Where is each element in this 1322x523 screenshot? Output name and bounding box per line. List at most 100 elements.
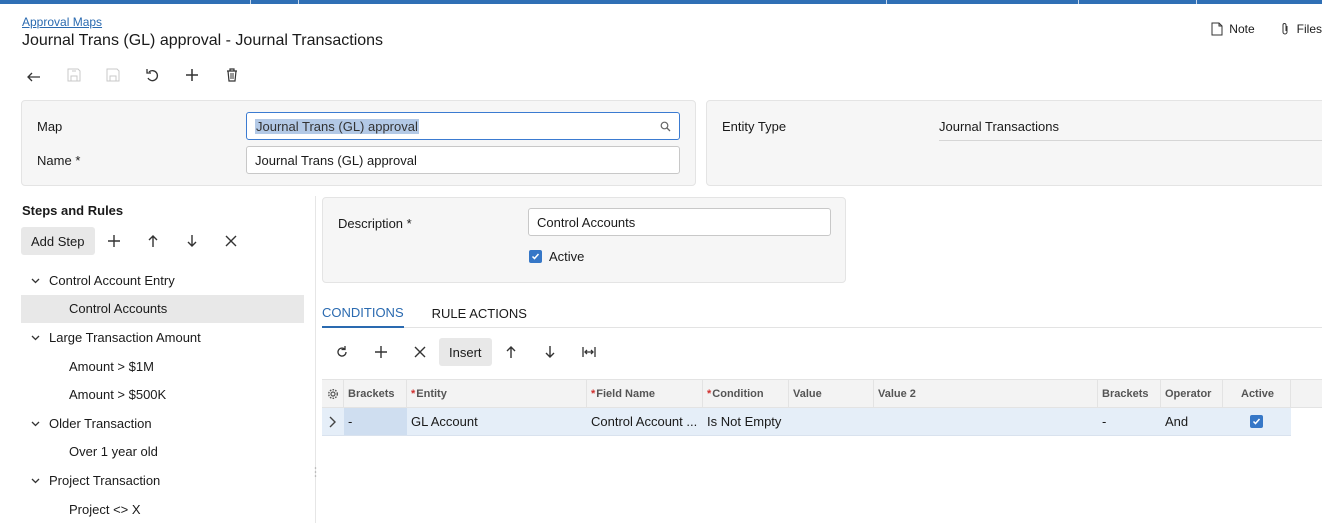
tree-item-project-not-x[interactable]: Project <> X <box>21 495 304 523</box>
chevron-down-icon[interactable] <box>31 419 40 428</box>
rule-panel: Description * Control Accounts Active <box>322 197 846 283</box>
main-toolbar <box>24 64 261 86</box>
insert-button[interactable]: Insert <box>439 338 492 366</box>
rule-tabs: CONDITIONS RULE ACTIONS <box>322 298 1322 328</box>
fit-width-icon <box>582 347 596 357</box>
add-rule-button[interactable] <box>95 227 134 255</box>
arrow-up-icon <box>506 346 516 358</box>
name-field[interactable]: Journal Trans (GL) approval <box>246 146 680 174</box>
undo-icon <box>145 69 158 82</box>
name-label-text: Name <box>37 153 72 168</box>
description-field[interactable]: Control Accounts <box>528 208 831 236</box>
conditions-toolbar: Insert <box>322 338 609 366</box>
save-close-icon <box>67 68 80 82</box>
delete-button[interactable] <box>222 64 262 86</box>
move-row-up-button[interactable] <box>492 338 531 366</box>
move-down-button[interactable] <box>173 227 212 255</box>
col-value2[interactable]: Value 2 <box>874 380 1098 407</box>
tree-group-control-account-entry[interactable]: Control Account Entry <box>21 266 304 295</box>
steps-toolbar: Add Step <box>21 227 251 255</box>
files-button[interactable]: Files <box>1279 22 1322 36</box>
cell-operator[interactable]: And <box>1161 408 1223 435</box>
close-icon <box>225 235 237 247</box>
cell-active[interactable] <box>1223 408 1291 435</box>
column-settings-button[interactable] <box>322 380 344 407</box>
entity-panel: Entity Type Journal Transactions <box>706 100 1322 186</box>
conditions-grid: Brackets * Entity * Field Name * Condition … <box>322 379 1322 436</box>
row-expand-button[interactable] <box>322 408 344 435</box>
refresh-icon <box>336 346 347 357</box>
chevron-down-icon[interactable] <box>31 333 40 342</box>
col-entity[interactable]: * Entity <box>407 380 587 407</box>
splitter-grip-icon[interactable] <box>314 466 317 478</box>
col-brackets-close[interactable]: Brackets <box>1098 380 1161 407</box>
col-field-name[interactable]: * Field Name <box>587 380 703 407</box>
back-button[interactable] <box>24 64 64 86</box>
trash-icon <box>226 68 237 82</box>
cell-brackets-close[interactable]: - <box>1098 408 1161 435</box>
table-row[interactable]: - GL Account Control Account ... Is Not … <box>322 408 1291 436</box>
tab-rule-actions[interactable]: RULE ACTIONS <box>432 298 527 328</box>
page-title: Journal Trans (GL) approval - Journal Tr… <box>22 32 384 49</box>
move-up-button[interactable] <box>134 227 173 255</box>
back-arrow-icon <box>27 72 40 82</box>
save-and-close-button[interactable] <box>64 64 104 86</box>
tree-item-amount-500k[interactable]: Amount > $500K <box>21 380 304 409</box>
grid-header: Brackets * Entity * Field Name * Condition … <box>322 379 1322 408</box>
arrow-down-icon <box>187 235 197 247</box>
name-label: Name * <box>37 153 80 168</box>
breadcrumb-approval-maps[interactable]: Approval Maps <box>22 15 102 29</box>
entity-type-label: Entity Type <box>722 119 787 134</box>
col-condition[interactable]: * Condition <box>703 380 789 407</box>
undo-button[interactable] <box>143 64 183 86</box>
col-value[interactable]: Value <box>789 380 874 407</box>
tree-group-project-transaction[interactable]: Project Transaction <box>21 466 304 495</box>
tree-item-over-1-year[interactable]: Over 1 year old <box>21 438 304 467</box>
description-label: Description * <box>338 216 412 231</box>
fit-columns-button[interactable] <box>570 338 609 366</box>
note-button[interactable]: Note <box>1211 22 1255 36</box>
tree-group-older-transaction[interactable]: Older Transaction <box>21 409 304 438</box>
paperclip-icon <box>1282 23 1288 35</box>
col-active[interactable]: Active <box>1223 380 1291 407</box>
cell-brackets-open[interactable]: - <box>344 408 407 435</box>
row-active-checkbox[interactable] <box>1250 415 1263 428</box>
search-icon[interactable] <box>660 121 671 132</box>
add-step-button[interactable]: Add Step <box>21 227 95 255</box>
map-selector[interactable]: Journal Trans (GL) approval <box>246 112 680 140</box>
required-mark: * <box>411 387 416 400</box>
remove-button[interactable] <box>212 227 251 255</box>
cell-entity[interactable]: GL Account <box>407 408 587 435</box>
save-button[interactable] <box>103 64 143 86</box>
cell-value2[interactable] <box>874 408 1098 435</box>
add-button[interactable] <box>182 64 222 86</box>
tree-item-label: Amount > $1M <box>69 358 154 374</box>
plus-icon <box>374 346 387 358</box>
tab-conditions[interactable]: CONDITIONS <box>322 298 404 328</box>
tree-item-label: Large Transaction Amount <box>49 329 201 345</box>
col-brackets-open[interactable]: Brackets <box>344 380 407 407</box>
refresh-button[interactable] <box>322 338 361 366</box>
top-accent-bar <box>0 0 1322 4</box>
tree-group-large-transaction-amount[interactable]: Large Transaction Amount <box>21 323 304 352</box>
col-field-name-label: Field Name <box>596 387 655 400</box>
col-condition-label: Condition <box>712 387 764 400</box>
cell-field-name[interactable]: Control Account ... <box>587 408 703 435</box>
note-icon <box>1211 22 1223 36</box>
active-checkbox[interactable] <box>529 250 542 263</box>
chevron-down-icon[interactable] <box>31 476 40 485</box>
chevron-down-icon[interactable] <box>31 276 40 285</box>
col-operator[interactable]: Operator <box>1161 380 1223 407</box>
tree-item-amount-1m[interactable]: Amount > $1M <box>21 352 304 381</box>
close-icon <box>414 346 425 358</box>
delete-condition-button[interactable] <box>400 338 439 366</box>
add-condition-button[interactable] <box>361 338 400 366</box>
tree-item-label: Over 1 year old <box>69 444 158 460</box>
cell-condition[interactable]: Is Not Empty <box>703 408 789 435</box>
checkmark-icon <box>1252 418 1261 425</box>
tree-item-label: Amount > $500K <box>69 387 167 403</box>
tree-item-control-accounts[interactable]: Control Accounts <box>21 294 304 324</box>
cell-value[interactable] <box>789 408 874 435</box>
arrow-up-icon <box>148 235 158 247</box>
move-row-down-button[interactable] <box>531 338 570 366</box>
